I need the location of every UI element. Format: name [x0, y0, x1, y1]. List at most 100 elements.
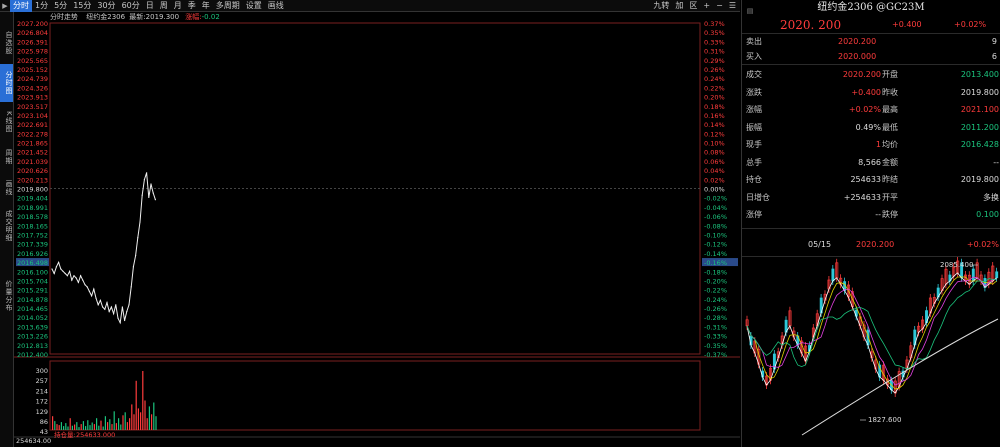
- price-tick-label: 2013.639: [17, 323, 48, 331]
- collapse-arrow-icon[interactable]: ▶: [0, 0, 10, 12]
- timeframe-tab[interactable]: 周: [157, 0, 171, 12]
- quote-row: 持仓 254633 昨结 2019.800: [742, 173, 1000, 186]
- volume-bar: [98, 425, 100, 430]
- side-tab[interactable]: 分时图: [0, 64, 13, 102]
- volume-tick-label: 300: [36, 367, 48, 375]
- zoom-in-icon[interactable]: +: [703, 0, 710, 12]
- quote-field-label: 昨收: [882, 87, 898, 97]
- price-tick-label: 2020.213: [17, 176, 48, 184]
- side-tab[interactable]: 价量分布: [0, 274, 13, 318]
- price-point: [88, 290, 90, 292]
- quote-field-value: 2016.428: [960, 140, 999, 149]
- price-point: [86, 286, 88, 288]
- quote-field-label: 持仓: [746, 175, 762, 184]
- timeframe-tab[interactable]: 画线: [265, 0, 287, 12]
- price-tick-label: 2014.878: [17, 296, 48, 304]
- price-point: [82, 279, 84, 281]
- timeframe-tab[interactable]: 5分: [51, 0, 70, 12]
- pct-tick-label: -0.12%: [704, 241, 727, 249]
- volume-bar: [69, 418, 71, 430]
- side-tab[interactable]: 周期: [0, 142, 13, 172]
- ask-label: 卖出: [746, 37, 762, 46]
- moving-average-line: [746, 276, 997, 386]
- volume-bar: [52, 416, 54, 430]
- volume-tick-label: 257: [36, 377, 48, 385]
- ask-row: 卖出 2020.200 9: [742, 35, 1000, 48]
- kline-high-label: 2085.400: [940, 261, 973, 269]
- timeframe-tab[interactable]: 分时: [10, 0, 32, 12]
- timeframe-tab[interactable]: 多周期: [213, 0, 243, 12]
- chart-title: 分时走势: [50, 13, 78, 21]
- region-button[interactable]: 区: [689, 0, 697, 12]
- timeframe-tab[interactable]: 1分: [32, 0, 51, 12]
- timeframe-tab[interactable]: 60分: [119, 0, 143, 12]
- pct-tick-label: 0.20%: [704, 94, 725, 102]
- price-point: [126, 310, 128, 313]
- price-point: [143, 179, 145, 181]
- pct-tick-label: -0.31%: [704, 323, 727, 331]
- menu-icon[interactable]: ☰: [729, 0, 736, 12]
- quote-field-label: 最高: [882, 105, 898, 114]
- quote-field-label: 涨停: [746, 210, 762, 219]
- quote-field-label: 现手: [746, 140, 762, 149]
- timeframe-tab[interactable]: 15分: [70, 0, 94, 12]
- price-tick-label: 2016.498: [17, 259, 48, 267]
- timeframe-tab[interactable]: 季: [185, 0, 199, 12]
- side-tab[interactable]: K线图: [0, 104, 13, 140]
- price-tick-label: 2021.039: [17, 158, 48, 166]
- volume-bar: [111, 424, 113, 430]
- side-tab[interactable]: 成交明细: [0, 205, 13, 247]
- pct-tick-label: 0.10%: [704, 140, 725, 148]
- chart-canvas[interactable]: 2027.2002026.8042026.391 2025.9782025.565…: [14, 12, 740, 447]
- timeframe-tab[interactable]: 月: [171, 0, 185, 12]
- price-tick-label: 2017.752: [17, 231, 48, 239]
- price-point: [71, 279, 73, 281]
- timeframe-tab[interactable]: 日: [143, 0, 157, 12]
- change-label: 涨幅:: [185, 13, 202, 21]
- pct-tick-label: -0.24%: [704, 296, 727, 304]
- quote-field-value: 2019.800: [960, 175, 999, 184]
- chart-tools: 九转加区 + − ☰: [653, 0, 736, 12]
- side-tab[interactable]: 自选股: [0, 24, 13, 62]
- pct-tick-label: 0.16%: [704, 112, 725, 120]
- side-tab[interactable]: 画线: [0, 174, 13, 202]
- price-tick-label: 2022.278: [17, 130, 48, 138]
- price-point: [139, 221, 141, 223]
- quote-field-label: 总手: [746, 157, 762, 167]
- quote-row: 振幅 0.49% 最低 2011.200: [742, 121, 1000, 134]
- nine-turn-button[interactable]: 九转: [653, 0, 669, 12]
- volume-bar: [140, 412, 142, 430]
- mini-kline-chart[interactable]: 2085.400 1827.600: [742, 257, 1000, 447]
- price-tick-label: 2016.926: [17, 250, 48, 258]
- quote-field-value: 多换: [983, 192, 999, 202]
- volume-bar: [126, 422, 128, 430]
- pct-tick-label: -0.22%: [704, 287, 727, 295]
- pct-tick-label: -0.04%: [704, 204, 727, 212]
- price-tick-label: 2025.152: [17, 66, 48, 74]
- intraday-chart[interactable]: 分时走势 纽约金2306 最新:2019.300 涨幅:-0.02 2027.2…: [14, 12, 740, 447]
- panel-menu-icon[interactable]: ▤: [745, 3, 755, 15]
- pct-tick-label: -0.08%: [704, 222, 727, 230]
- pct-tick-label: 0.33%: [704, 38, 725, 46]
- quote-field-value: 2021.100: [960, 105, 999, 114]
- quote-row: 日增仓 +254633 开平 多换: [742, 191, 1000, 204]
- kline-candle: [971, 268, 975, 282]
- zoom-out-icon[interactable]: −: [716, 0, 723, 12]
- price-point: [80, 275, 82, 277]
- price-tick-label: 2022.691: [17, 121, 48, 129]
- price-point: [141, 194, 143, 196]
- volume-bar: [80, 424, 82, 430]
- price-point: [93, 288, 95, 290]
- quote-field-value: 1: [875, 140, 881, 149]
- quote-row: 成交 2020.200 开盘 2013.400: [742, 68, 1000, 81]
- timeframe-tab[interactable]: 30分: [94, 0, 118, 12]
- price-tick-label: 2023.517: [17, 103, 48, 111]
- add-button[interactable]: 加: [675, 0, 683, 12]
- last-price: 2020. 200: [780, 18, 842, 32]
- price-point: [146, 172, 148, 174]
- price-point: [91, 295, 93, 297]
- price-point: [150, 183, 152, 185]
- timeframe-tab[interactable]: 年: [199, 0, 213, 12]
- price-point: [152, 192, 154, 194]
- timeframe-tab[interactable]: 设置: [243, 0, 265, 12]
